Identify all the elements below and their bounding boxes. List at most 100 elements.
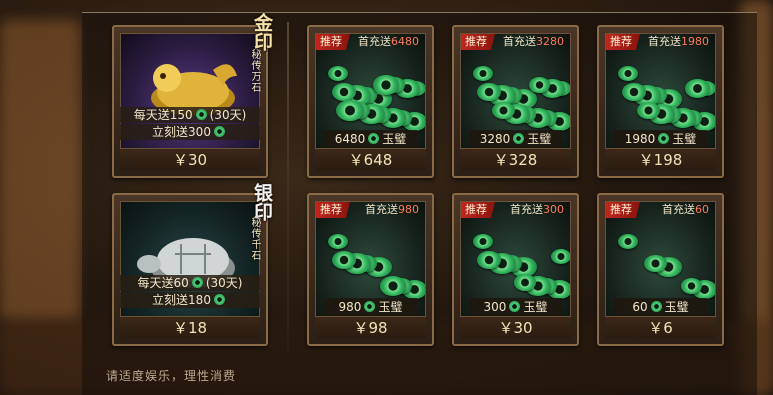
jade-unit: 玉璧 (523, 300, 548, 314)
first-charge-bonus-amount: 60 (695, 203, 709, 216)
first-charge-bonus-prefix: 首充送 (510, 203, 543, 216)
jade-unit: 玉璧 (664, 300, 689, 314)
jade-disc-icon (332, 83, 356, 101)
first-charge-bonus-amount: 6480 (391, 35, 419, 48)
jade-pack-card[interactable]: 推荐 首充送3280 3280 玉璧 ￥328 (452, 25, 579, 178)
jade-amount: 6480 (334, 132, 366, 146)
jade-amount: 3280 (479, 132, 511, 146)
gold-seal-instant: 立刻送300 (120, 124, 260, 140)
first-charge-bonus-prefix: 首充送 (648, 35, 681, 48)
jade-disc-icon (477, 83, 501, 101)
jade-coin-icon (213, 294, 225, 305)
gold-seal-card[interactable]: 金印 秘传万石 每天送150 (30天) 立刻送300 ￥30 (112, 13, 273, 178)
gold-seal-daily-suffix: (30天) (209, 108, 247, 122)
first-charge-bonus-amount: 3280 (536, 35, 564, 48)
jade-pile-image (316, 216, 425, 299)
first-charge-bonus-prefix: 首充送 (365, 203, 398, 216)
jade-disc-icon (380, 276, 406, 296)
jade-disc-icon (373, 75, 399, 95)
recommend-tag: 推荐 (316, 202, 350, 218)
jade-pack-card[interactable]: 推荐 首充送6480 6480 玉璧 ￥648 (307, 25, 434, 178)
jade-amount: 1980 (624, 132, 656, 146)
first-charge-bonus: 首充送300 (510, 203, 564, 217)
jade-pack-art: 推荐 首充送60 60 玉璧 (605, 201, 716, 321)
silver-seal-title: 银印 (251, 183, 273, 221)
first-charge-bonus: 首充送980 (365, 203, 419, 217)
jade-amount-label: 1980 玉璧 (614, 130, 707, 148)
gold-seal-price[interactable]: ￥30 (120, 148, 260, 171)
jade-unit: 玉璧 (378, 300, 403, 314)
recommend-tag: 推荐 (606, 202, 640, 218)
jade-unit: 玉璧 (672, 132, 697, 146)
jade-disc-icon (514, 274, 536, 291)
jade-pack-card[interactable]: 推荐 首充送300 300 玉璧 ￥30 (452, 193, 579, 346)
jade-pack-card[interactable]: 推荐 首充送980 980 玉璧 ￥98 (307, 193, 434, 346)
jade-amount-label: 6480 玉璧 (324, 130, 417, 148)
jade-disc-icon (618, 234, 638, 249)
silver-seal-subtitle: 秘传千石 (249, 217, 260, 261)
first-charge-bonus: 首充送60 (662, 203, 709, 217)
jade-disc-icon (618, 66, 638, 81)
jade-coin-icon (368, 133, 380, 144)
gold-seal-daily: 每天送150 (30天) (120, 107, 260, 123)
jade-disc-icon (336, 100, 364, 121)
jade-disc-icon (473, 234, 493, 249)
first-charge-bonus-prefix: 首充送 (358, 35, 391, 48)
jade-pile-image (606, 216, 715, 299)
jade-unit: 玉璧 (382, 132, 407, 146)
silver-seal-price[interactable]: ￥18 (120, 316, 260, 339)
jade-amount: 60 (632, 300, 648, 314)
jade-amount-label: 300 玉璧 (469, 298, 562, 316)
recommend-tag: 推荐 (316, 34, 350, 50)
jade-pack-art: 推荐 首充送980 980 玉璧 (315, 201, 426, 321)
jade-pack-price[interactable]: ￥6 (605, 316, 716, 339)
first-charge-bonus-amount: 300 (543, 203, 564, 216)
jade-amount-label: 60 玉璧 (614, 298, 707, 316)
recommend-tag: 推荐 (606, 34, 640, 50)
silver-seal-daily: 每天送60 (30天) (120, 275, 260, 291)
gold-seal-subtitle: 秘传万石 (249, 49, 260, 93)
jade-pile-image (461, 216, 570, 299)
gold-seal-instant-text: 立刻送300 (152, 125, 211, 139)
section-divider (287, 22, 289, 352)
jade-amount: 300 (483, 300, 507, 314)
first-charge-bonus-amount: 1980 (681, 35, 709, 48)
jade-pack-price[interactable]: ￥328 (460, 148, 571, 171)
jade-disc-icon (551, 249, 570, 264)
first-charge-bonus: 首充送6480 (358, 35, 419, 49)
jade-pack-price[interactable]: ￥98 (315, 316, 426, 339)
jade-pack-price[interactable]: ￥648 (315, 148, 426, 171)
jade-pack-price[interactable]: ￥30 (460, 316, 571, 339)
jade-pack-art: 推荐 首充送6480 6480 玉璧 (315, 33, 426, 153)
jade-disc-icon (477, 251, 501, 269)
jade-pack-art: 推荐 首充送3280 3280 玉璧 (460, 33, 571, 153)
recommend-tag: 推荐 (461, 202, 495, 218)
jade-coin-icon (191, 277, 203, 288)
jade-coin-icon (213, 126, 225, 137)
jade-disc-icon (328, 66, 348, 81)
jade-pack-art: 推荐 首充送1980 1980 玉璧 (605, 33, 716, 153)
first-charge-bonus-amount: 980 (398, 203, 419, 216)
first-charge-bonus-prefix: 首充送 (503, 35, 536, 48)
jade-coin-icon (364, 301, 376, 312)
recommend-tag: 推荐 (461, 34, 495, 50)
first-charge-bonus: 首充送1980 (648, 35, 709, 49)
jade-disc-icon (332, 251, 356, 269)
silver-seal-card[interactable]: 银印 秘传千石 每天送60 (30天) 立刻送180 ￥18 (112, 183, 273, 346)
jade-pack-art: 推荐 首充送300 300 玉璧 (460, 201, 571, 321)
jade-amount-label: 980 玉璧 (324, 298, 417, 316)
jade-pile-image (606, 48, 715, 131)
jade-coin-icon (658, 133, 670, 144)
first-charge-bonus: 首充送3280 (503, 35, 564, 49)
jade-coin-icon (513, 133, 525, 144)
first-charge-bonus-prefix: 首充送 (662, 203, 695, 216)
jade-disc-icon (681, 278, 702, 294)
jade-disc-icon (622, 83, 646, 101)
jade-pack-card[interactable]: 推荐 首充送60 60 玉璧 ￥6 (597, 193, 724, 346)
jade-unit: 玉璧 (527, 132, 552, 146)
jade-pile-image (316, 48, 425, 131)
silver-seal-instant-text: 立刻送180 (152, 293, 211, 307)
jade-pack-card[interactable]: 推荐 首充送1980 1980 玉璧 ￥198 (597, 25, 724, 178)
jade-pack-price[interactable]: ￥198 (605, 148, 716, 171)
jade-pile-image (461, 48, 570, 131)
